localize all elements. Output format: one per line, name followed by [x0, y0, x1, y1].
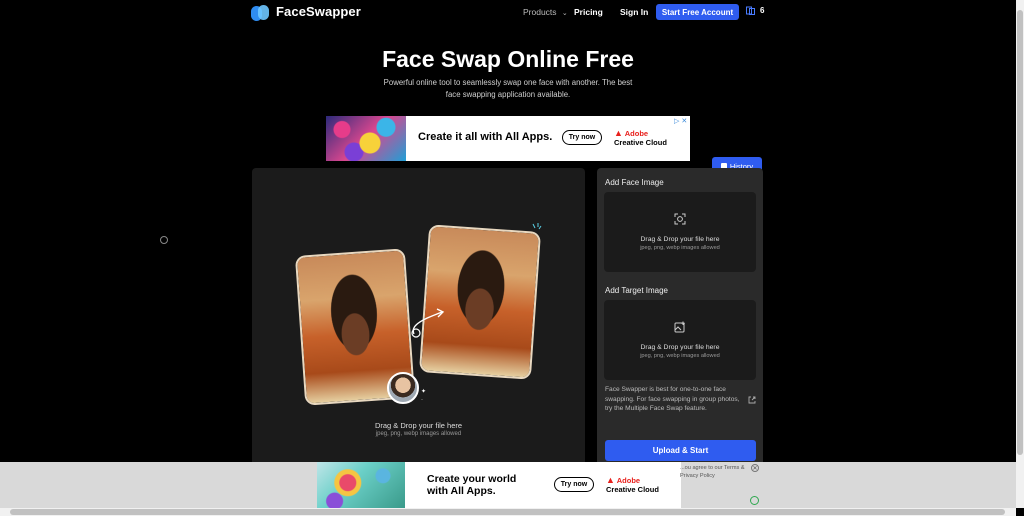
preview-drop-title: Drag & Drop your file here — [374, 421, 463, 430]
bottom-ad-headline-line2: with All Apps. — [427, 484, 496, 497]
bottom-ad-try-now-button[interactable]: Try now — [554, 477, 594, 492]
terms-notice[interactable]: ...ou agree to our Terms & Privacy Polic… — [680, 464, 760, 488]
close-icon[interactable]: ✕ — [751, 464, 759, 472]
nav-products-label: Products — [523, 7, 557, 17]
creative-cloud-brand: Creative Cloud — [614, 138, 667, 147]
nav-pricing-link[interactable]: Pricing — [574, 7, 603, 17]
bottom-adobe-a-icon: ▲ — [606, 475, 615, 485]
ad-headline: Create it all with All Apps. — [418, 131, 553, 143]
upload-start-button[interactable]: Upload & Start — [605, 440, 756, 461]
multiple-face-swap-info: Face Swapper is best for one-to-one face… — [605, 386, 740, 413]
chevron-down-icon: ⌄ — [561, 10, 568, 17]
target-drop-subtitle: jpeg, png, webp images allowed — [640, 353, 720, 359]
ad-try-now-button[interactable]: Try now — [562, 130, 602, 145]
bottom-creative-cloud-brand: Creative Cloud — [606, 485, 659, 494]
target-drop-title: Drag & Drop your file here — [640, 344, 720, 351]
horizontal-scroll-thumb[interactable] — [10, 509, 1005, 515]
check-circle-icon — [750, 496, 759, 505]
preview-drop-subtitle: jpeg, png, webp images allowed — [375, 431, 462, 437]
bottom-adobe-brand: Adobe — [616, 476, 641, 485]
image-add-icon — [674, 321, 685, 333]
start-free-account-button[interactable]: Start Free Account — [656, 4, 739, 20]
credits-count: 6 — [760, 6, 765, 15]
ad-artwork — [326, 116, 406, 161]
face-drop-title: Drag & Drop your file here — [640, 236, 720, 243]
page-subtitle: Powerful online tool to seamlessly swap … — [383, 78, 633, 99]
credits-counter[interactable]: 6 — [746, 6, 764, 15]
adobe-logo: ▲ Adobe Creative Cloud — [614, 128, 667, 148]
vertical-scrollbar[interactable] — [1016, 0, 1024, 508]
external-link-icon[interactable] — [748, 396, 756, 404]
page-title: Face Swap Online Free — [382, 46, 634, 72]
top-advertisement[interactable]: Create it all with All Apps. Try now ▲ A… — [326, 116, 690, 161]
brand-name[interactable]: FaceSwapper — [276, 4, 361, 19]
face-image-dropzone[interactable]: Drag & Drop your file here jpeg, png, we… — [604, 192, 756, 272]
bottom-ad-headline: Create your world with All Apps. — [427, 473, 517, 497]
adobe-brand: Adobe — [624, 129, 649, 138]
bottom-ad-artwork — [317, 462, 405, 508]
nav-products-menu[interactable]: Products ⌄ — [523, 7, 568, 17]
target-image-dropzone[interactable]: Drag & Drop your file here jpeg, png, we… — [604, 300, 756, 380]
top-nav: FaceSwapper Products ⌄ Pricing Sign In S… — [0, 0, 1016, 25]
ad-choices-icon[interactable]: ▷ ✕ — [674, 117, 687, 125]
bottom-ad-headline-line1: Create your world — [427, 473, 517, 485]
vertical-scroll-thumb[interactable] — [1017, 10, 1023, 455]
bottom-adobe-logo: ▲ Adobe Creative Cloud — [606, 475, 659, 495]
bottom-advertisement[interactable]: Create your world with All Apps. Try now… — [317, 462, 681, 508]
sparkle-dots-icon: ✦ · — [421, 389, 427, 403]
face-scan-icon — [674, 213, 686, 225]
credits-icon — [746, 6, 755, 15]
result-photo — [418, 224, 542, 380]
adobe-a-icon: ▲ — [614, 128, 623, 138]
horizontal-scrollbar[interactable] — [0, 508, 1016, 516]
sign-in-link[interactable]: Sign In — [620, 7, 648, 17]
result-photo-image — [421, 226, 539, 378]
target-image-label: Add Target Image — [605, 286, 669, 295]
faceswapper-logo-icon[interactable] — [250, 3, 270, 23]
sparkle-icon — [532, 223, 542, 230]
face-drop-subtitle: jpeg, png, webp images allowed — [640, 245, 720, 251]
face-image-label: Add Face Image — [605, 178, 664, 187]
swap-arrow-icon — [411, 308, 445, 338]
settings-dot-icon[interactable] — [160, 236, 168, 244]
face-avatar — [387, 372, 419, 404]
